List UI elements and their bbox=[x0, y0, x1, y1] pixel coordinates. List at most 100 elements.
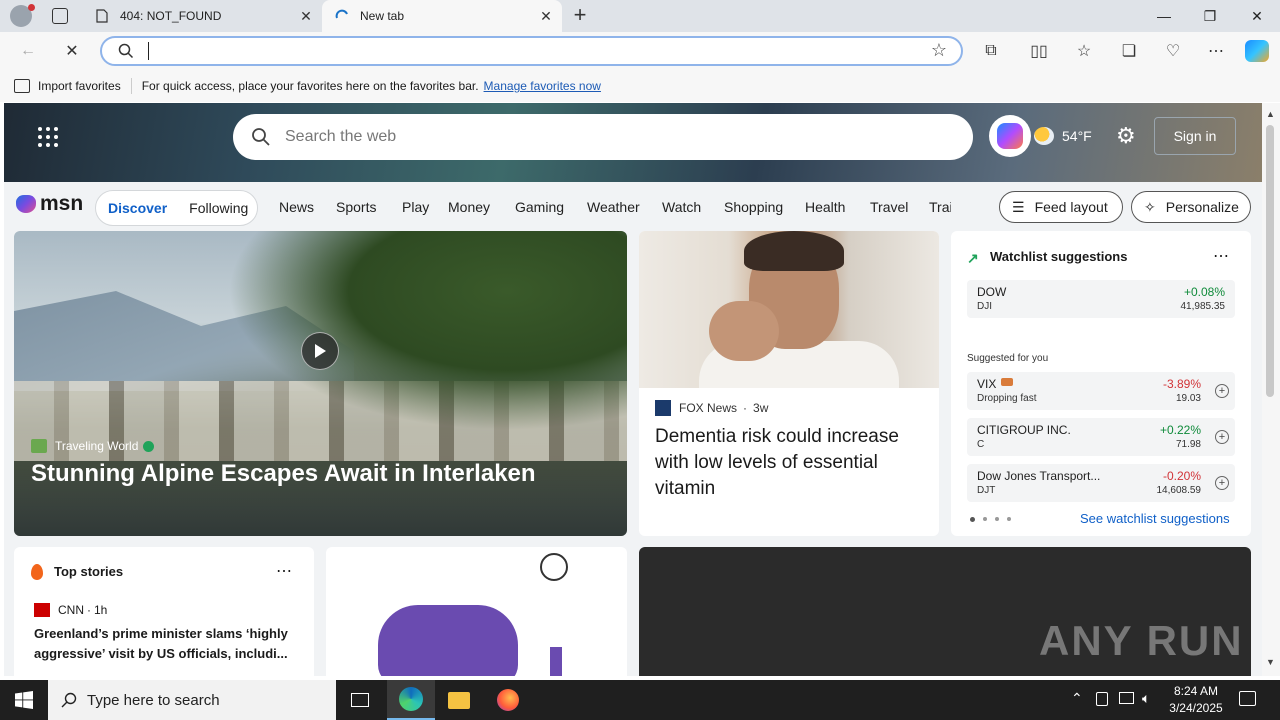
address-bar[interactable]: ☆ bbox=[100, 36, 963, 66]
news-card[interactable]: FOX News · 3w Dementia risk could increa… bbox=[639, 231, 939, 536]
watchlist-row-djt[interactable]: Dow Jones Transport... DJT -0.20% 14,608… bbox=[967, 464, 1235, 502]
copilot-icon[interactable] bbox=[1245, 40, 1269, 62]
minimize-icon[interactable]: — bbox=[1141, 0, 1187, 32]
scroll-up-icon[interactable]: ▲ bbox=[1266, 109, 1275, 119]
favorites-icon[interactable]: ☆ bbox=[1070, 38, 1098, 64]
nav-watch[interactable]: Watch bbox=[662, 199, 701, 215]
taskbar-search-placeholder[interactable]: Type here to search bbox=[87, 692, 220, 709]
import-favorites-icon[interactable] bbox=[14, 79, 30, 93]
tab-following[interactable]: Following bbox=[189, 200, 248, 216]
tab-new-tab[interactable]: New tab ✕ bbox=[322, 0, 562, 32]
close-tab-icon[interactable]: ✕ bbox=[538, 8, 554, 24]
settings-gear-icon[interactable]: ⚙ bbox=[1116, 125, 1136, 147]
volume-icon[interactable]: 🔈︎ bbox=[1142, 690, 1150, 707]
watchlist-row-citigroup[interactable]: CITIGROUP INC. C +0.22% 71.98 + bbox=[967, 418, 1235, 456]
nav-play[interactable]: Play bbox=[402, 199, 429, 215]
task-view-icon[interactable] bbox=[336, 680, 384, 720]
close-window-icon[interactable]: ✕ bbox=[1234, 0, 1280, 32]
back-icon[interactable]: ← bbox=[14, 38, 42, 64]
see-watchlist-link[interactable]: See watchlist suggestions bbox=[1080, 511, 1230, 526]
nav-sports[interactable]: Sports bbox=[336, 199, 376, 215]
scroll-down-icon[interactable]: ▼ bbox=[1266, 657, 1275, 667]
personalize-button[interactable]: ✧ Personalize bbox=[1131, 191, 1251, 223]
web-search-input[interactable]: Search the web bbox=[285, 128, 396, 146]
news-source[interactable]: FOX News · 3w bbox=[655, 400, 768, 416]
notifications-icon[interactable] bbox=[1239, 691, 1256, 706]
msn-nav-bar: msn Discover Following News Sports Play … bbox=[4, 182, 1262, 232]
game-controller-image bbox=[378, 605, 518, 676]
nav-more[interactable]: Trai bbox=[929, 199, 951, 215]
more-options-icon[interactable]: ⋯ bbox=[276, 561, 292, 581]
msn-logo[interactable]: msn bbox=[16, 192, 83, 216]
favorite-star-icon[interactable]: ☆ bbox=[931, 40, 947, 61]
file-explorer-icon[interactable] bbox=[435, 680, 483, 720]
sign-in-button[interactable]: Sign in bbox=[1154, 117, 1236, 155]
stock-name: CITIGROUP INC. bbox=[977, 423, 1071, 437]
address-input[interactable] bbox=[148, 42, 149, 60]
more-options-icon[interactable]: ⋯ bbox=[1213, 246, 1229, 266]
app-launcher-icon[interactable] bbox=[38, 127, 58, 147]
scrollbar-thumb[interactable] bbox=[1266, 125, 1274, 397]
manage-favorites-link[interactable]: Manage favorites now bbox=[484, 79, 601, 93]
web-search-box[interactable]: Search the web bbox=[233, 114, 973, 160]
stop-loading-icon[interactable]: ✕ bbox=[58, 38, 86, 64]
nav-weather[interactable]: Weather bbox=[587, 199, 640, 215]
firefox-icon[interactable] bbox=[484, 680, 532, 720]
search-icon bbox=[61, 692, 77, 708]
nav-news[interactable]: News bbox=[279, 199, 314, 215]
add-to-watchlist-icon[interactable]: + bbox=[1215, 384, 1229, 398]
edge-browser-icon[interactable] bbox=[387, 680, 435, 720]
trees-shape bbox=[227, 231, 627, 431]
news-image bbox=[639, 231, 939, 388]
nav-travel[interactable]: Travel bbox=[870, 199, 908, 215]
fox-news-logo-icon bbox=[655, 400, 671, 416]
stock-symbol: C bbox=[977, 439, 985, 450]
feed-layout-label: Feed layout bbox=[1034, 199, 1108, 215]
more-menu-icon[interactable]: ⋯ bbox=[1202, 38, 1230, 64]
stock-symbol: DJT bbox=[977, 485, 996, 496]
copilot-icon[interactable] bbox=[989, 115, 1031, 157]
play-icon[interactable] bbox=[301, 332, 339, 370]
page-scrollbar[interactable]: ▲ ▼ bbox=[1262, 103, 1280, 676]
add-to-watchlist-icon[interactable]: + bbox=[1215, 430, 1229, 444]
video-card[interactable]: ANY RUN bbox=[639, 547, 1251, 676]
dot-separator: · bbox=[743, 401, 748, 415]
taskbar-clock[interactable]: 8:24 AM 3/24/2025 bbox=[1164, 683, 1228, 717]
suggested-label: Suggested for you bbox=[967, 353, 1049, 364]
story-source[interactable]: CNN · 1h bbox=[34, 603, 107, 617]
nav-shopping[interactable]: Shopping bbox=[724, 199, 783, 215]
windows-start-icon[interactable] bbox=[0, 680, 48, 720]
feed-layout-button[interactable]: ☰ Feed layout bbox=[999, 191, 1123, 223]
taskbar-search-box[interactable]: Type here to search bbox=[48, 680, 336, 720]
stock-name: Dow Jones Transport... bbox=[977, 469, 1101, 483]
story-headline[interactable]: Greenland’s prime minister slams ‘highly… bbox=[34, 624, 298, 664]
hero-source[interactable]: Traveling World bbox=[31, 439, 155, 453]
network-icon[interactable] bbox=[1119, 692, 1134, 704]
device-icon[interactable] bbox=[1096, 692, 1108, 706]
new-tab-icon[interactable]: + bbox=[568, 4, 592, 28]
restore-icon[interactable]: ❐ bbox=[1187, 0, 1233, 32]
watchlist-row-vix[interactable]: VIX Dropping fast -3.89% 19.03 + bbox=[967, 372, 1235, 410]
weather-icon[interactable] bbox=[1034, 127, 1054, 145]
hero-title[interactable]: Stunning Alpine Escapes Await in Interla… bbox=[31, 460, 536, 488]
import-favorites-button[interactable]: Import favorites bbox=[38, 79, 121, 93]
collections-icon[interactable]: ❏ bbox=[1115, 38, 1143, 64]
split-screen-icon[interactable]: ▯▯ bbox=[1025, 38, 1053, 64]
nav-health[interactable]: Health bbox=[805, 199, 845, 215]
browser-essentials-icon[interactable]: ♡ bbox=[1159, 38, 1187, 64]
hero-card[interactable]: Traveling World Stunning Alpine Escapes … bbox=[14, 231, 627, 536]
news-title[interactable]: Dementia risk could increase with low le… bbox=[655, 424, 927, 502]
nav-gaming[interactable]: Gaming bbox=[515, 199, 564, 215]
ad-card[interactable] bbox=[326, 547, 627, 676]
tab-actions-icon[interactable] bbox=[52, 8, 68, 24]
tab-404[interactable]: 404: NOT_FOUND ✕ bbox=[84, 0, 322, 32]
pagination-dots[interactable] bbox=[970, 517, 1011, 522]
nav-money[interactable]: Money bbox=[448, 199, 490, 215]
weather-temperature[interactable]: 54°F bbox=[1062, 128, 1092, 144]
close-tab-icon[interactable]: ✕ bbox=[298, 8, 314, 24]
add-to-watchlist-icon[interactable]: + bbox=[1215, 476, 1229, 490]
watchlist-row-dow[interactable]: DOW DJI +0.08% 41,985.35 bbox=[967, 280, 1235, 318]
show-hidden-icons-icon[interactable]: ⌃ bbox=[1071, 690, 1083, 707]
tab-discover[interactable]: Discover bbox=[108, 200, 167, 216]
extensions-icon[interactable]: ⧉ bbox=[977, 38, 1005, 64]
